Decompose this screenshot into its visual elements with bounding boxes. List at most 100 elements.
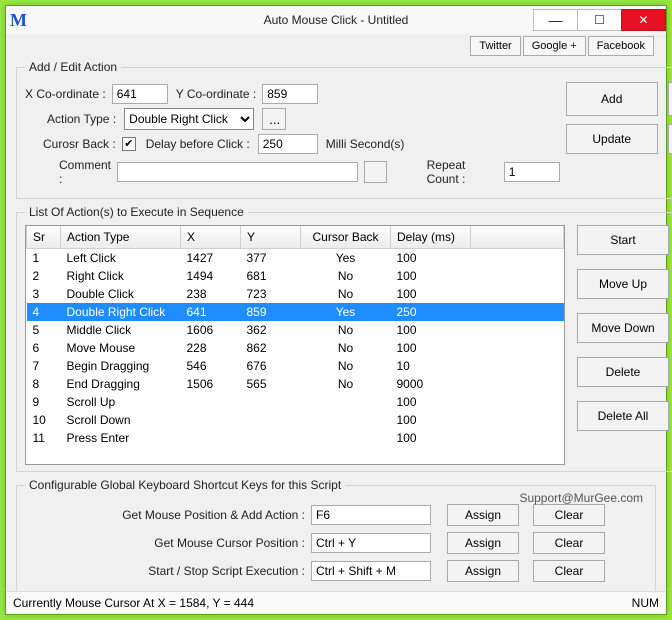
table-row[interactable]: 4Double Right Click641859Yes250: [27, 303, 564, 321]
googleplus-button[interactable]: Google +: [523, 36, 586, 56]
maximize-icon: ☐: [594, 13, 605, 27]
numlock-indicator: NUM: [632, 596, 659, 610]
assign-button[interactable]: Assign: [447, 504, 519, 526]
cell-x: 1606: [181, 321, 241, 339]
cell-delay: 10: [391, 357, 471, 375]
shortcut-input[interactable]: [311, 505, 431, 525]
assign-button[interactable]: Assign: [447, 560, 519, 582]
move-up-button[interactable]: Move Up: [577, 269, 669, 299]
cell-sr: 5: [27, 321, 61, 339]
cell-y: 676: [241, 357, 301, 375]
cell-x: [181, 411, 241, 429]
delay-units-label: Milli Second(s): [326, 137, 405, 151]
action-list-group: List Of Action(s) to Execute in Sequence…: [16, 205, 672, 472]
start-button[interactable]: Start: [577, 225, 669, 255]
cell-y: 362: [241, 321, 301, 339]
cell-delay: 100: [391, 321, 471, 339]
cell-type: Double Right Click: [61, 303, 181, 321]
comment-label: Comment :: [59, 158, 111, 186]
table-row[interactable]: 2Right Click1494681No100: [27, 267, 564, 285]
cell-y: 681: [241, 267, 301, 285]
repeat-count-input[interactable]: [504, 162, 560, 182]
cell-cb: [301, 393, 391, 411]
cell-cb: Yes: [301, 303, 391, 321]
cell-y: 723: [241, 285, 301, 303]
col-x[interactable]: X: [181, 226, 241, 248]
table-row[interactable]: 7Begin Dragging546676No10: [27, 357, 564, 375]
cell-cb: No: [301, 375, 391, 393]
comment-more-button[interactable]: [364, 161, 387, 183]
action-list-legend: List Of Action(s) to Execute in Sequence: [25, 205, 248, 219]
delete-all-button[interactable]: Delete All: [577, 401, 669, 431]
col-sr[interactable]: Sr: [27, 226, 61, 248]
cell-sr: 1: [27, 248, 61, 267]
cursor-back-checkbox[interactable]: ✔: [122, 137, 136, 151]
cell-delay: 100: [391, 393, 471, 411]
y-coord-input[interactable]: [262, 84, 318, 104]
clear-button[interactable]: Clear: [533, 532, 605, 554]
update-button[interactable]: Update: [566, 124, 658, 154]
col-delay[interactable]: Delay (ms): [391, 226, 471, 248]
table-row[interactable]: 9Scroll Up100: [27, 393, 564, 411]
cell-y: 377: [241, 248, 301, 267]
close-icon: ✕: [638, 13, 648, 27]
action-table[interactable]: Sr Action Type X Y Cursor Back Delay (ms…: [25, 225, 565, 465]
cell-x: 641: [181, 303, 241, 321]
cell-delay: 100: [391, 248, 471, 267]
col-y[interactable]: Y: [241, 226, 301, 248]
close-button[interactable]: ✕: [621, 9, 666, 31]
titlebar[interactable]: M Auto Mouse Click - Untitled — ☐ ✕: [6, 6, 666, 34]
cell-type: Begin Dragging: [61, 357, 181, 375]
clear-button[interactable]: Clear: [533, 560, 605, 582]
shortcut-label: Get Mouse Cursor Position :: [25, 536, 305, 550]
comment-input[interactable]: [117, 162, 358, 182]
table-row[interactable]: 10Scroll Down100: [27, 411, 564, 429]
shortcut-label: Get Mouse Position & Add Action :: [25, 508, 305, 522]
cell-cb: No: [301, 285, 391, 303]
add-button[interactable]: Add: [566, 82, 658, 116]
twitter-button[interactable]: Twitter: [470, 36, 520, 56]
x-coord-label: X Co-ordinate :: [25, 87, 106, 101]
cell-type: Scroll Down: [61, 411, 181, 429]
table-row[interactable]: 3Double Click238723No100: [27, 285, 564, 303]
social-links: Twitter Google + Facebook: [470, 36, 654, 56]
cell-cb: No: [301, 339, 391, 357]
x-coord-input[interactable]: [112, 84, 168, 104]
table-row[interactable]: 1Left Click1427377Yes100: [27, 248, 564, 267]
col-type[interactable]: Action Type: [61, 226, 181, 248]
cell-type: Move Mouse: [61, 339, 181, 357]
shortcut-input[interactable]: [311, 533, 431, 553]
shortcuts-legend: Configurable Global Keyboard Shortcut Ke…: [25, 478, 345, 492]
clear-button[interactable]: Clear: [533, 504, 605, 526]
table-row[interactable]: 6Move Mouse228862No100: [27, 339, 564, 357]
delete-button[interactable]: Delete: [577, 357, 669, 387]
shortcut-input[interactable]: [311, 561, 431, 581]
table-row[interactable]: 8End Dragging1506565No9000: [27, 375, 564, 393]
move-down-button[interactable]: Move Down: [577, 313, 669, 343]
cell-y: 862: [241, 339, 301, 357]
shortcut-row: Get Mouse Position & Add Action : Assign C…: [25, 504, 647, 526]
minimize-button[interactable]: —: [533, 9, 578, 31]
repeat-count-label: Repeat Count :: [427, 158, 498, 186]
delay-input[interactable]: [258, 134, 318, 154]
cell-type: Press Enter: [61, 429, 181, 447]
action-type-select[interactable]: Double Right Click: [124, 108, 254, 130]
status-text: Currently Mouse Cursor At X = 1584, Y = …: [13, 596, 254, 610]
maximize-button[interactable]: ☐: [577, 9, 622, 31]
cell-x: [181, 393, 241, 411]
cell-delay: 100: [391, 267, 471, 285]
action-type-more-button[interactable]: ...: [262, 108, 286, 130]
cell-sr: 8: [27, 375, 61, 393]
cell-cb: [301, 429, 391, 447]
cell-type: Right Click: [61, 267, 181, 285]
col-cursor-back[interactable]: Cursor Back: [301, 226, 391, 248]
cell-x: 546: [181, 357, 241, 375]
save-button[interactable]: Save: [668, 124, 672, 154]
table-row[interactable]: 11Press Enter100: [27, 429, 564, 447]
support-email[interactable]: Support@MurGee.com: [519, 491, 643, 505]
load-button[interactable]: Load: [668, 82, 672, 116]
facebook-button[interactable]: Facebook: [588, 36, 654, 56]
assign-button[interactable]: Assign: [447, 532, 519, 554]
table-row[interactable]: 5Middle Click1606362No100: [27, 321, 564, 339]
cell-type: Middle Click: [61, 321, 181, 339]
